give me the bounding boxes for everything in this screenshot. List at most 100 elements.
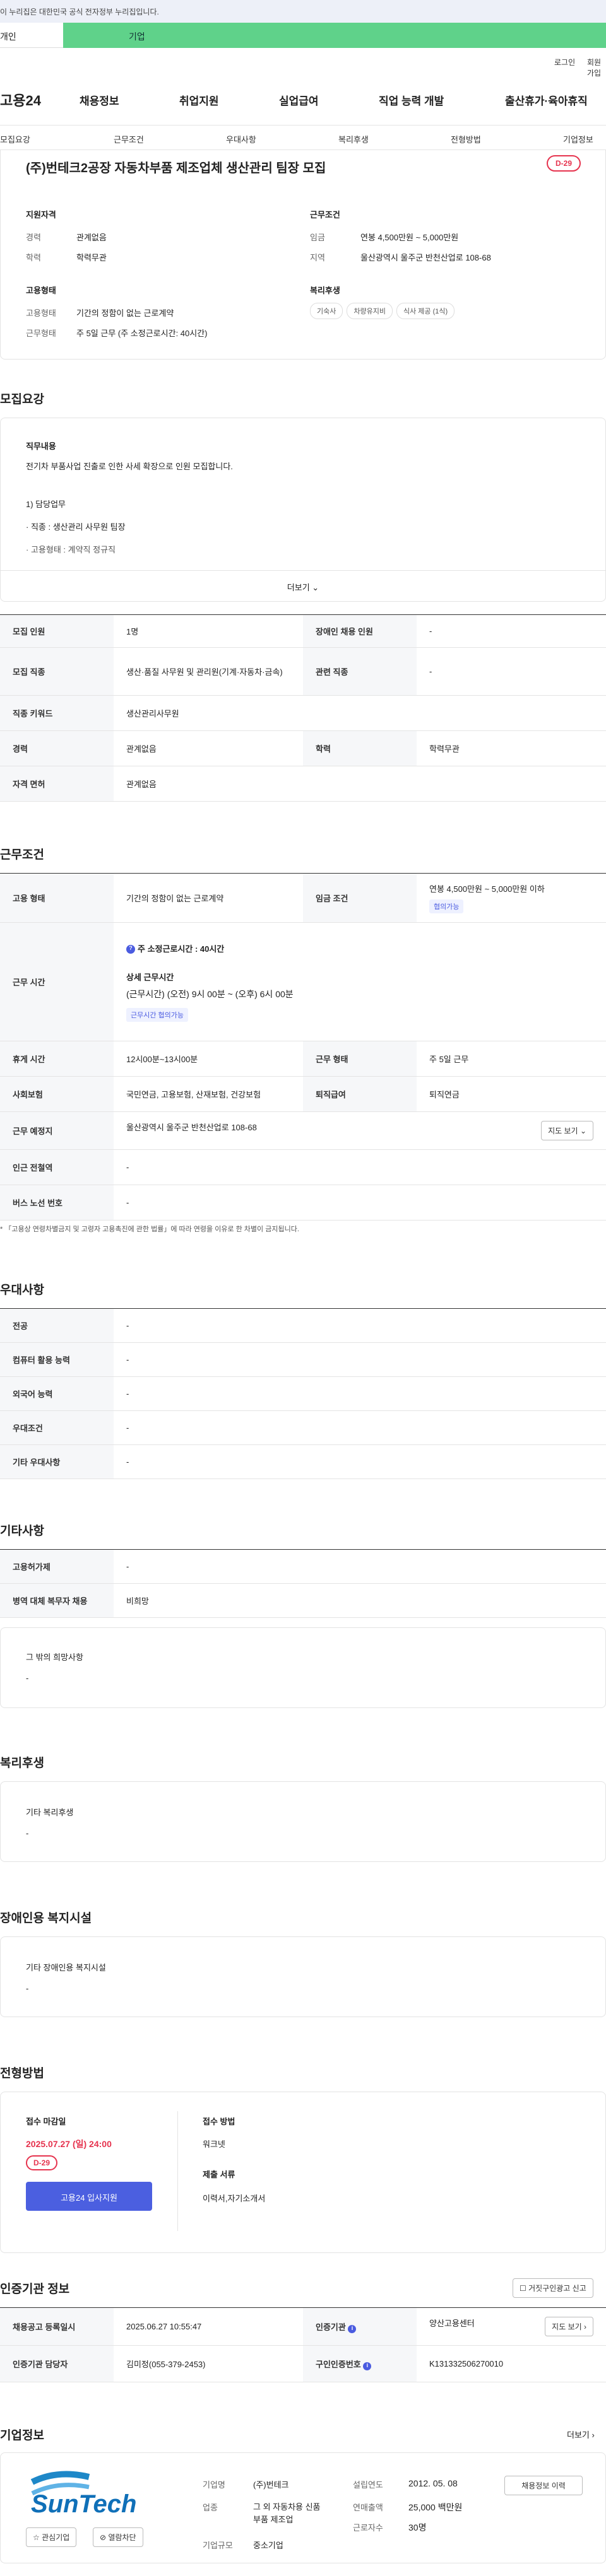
welfare-box: 기타 복리후생 - <box>0 1781 606 1862</box>
method-value: 워크넷 <box>203 2140 225 2149</box>
company-field-label: 근로자수 <box>353 2523 383 2532</box>
section-title-etc: 기타사항 <box>0 1525 44 1538</box>
row-value: - <box>114 1444 606 1479</box>
subnav-welfare[interactable]: 복리후생 <box>338 133 369 145</box>
company-logo: SunTech <box>20 2468 158 2519</box>
box-title: 그 밖의 희망사항 <box>26 1653 83 1662</box>
company-card: SunTech ☆ 관심기업 ⊘ 열람차단 기업명 (주)번테크 업종 그 외 … <box>0 2452 606 2563</box>
subnav-company[interactable]: 기업정보 <box>563 133 593 145</box>
wage-badge: 협의가능 <box>429 899 464 913</box>
block-button[interactable]: ⊘ 열람차단 <box>93 2527 143 2547</box>
join-link[interactable]: 회원가입 <box>587 57 606 78</box>
nav-training[interactable]: 직업 능력 개발 <box>379 92 444 108</box>
login-link[interactable]: 로그인 <box>554 57 575 67</box>
company-field-label: 기업규모 <box>203 2541 233 2550</box>
row-header: 인증기관 i <box>303 2307 417 2346</box>
apply-button[interactable]: 고용24 입사지원 <box>26 2182 152 2211</box>
row-header: 인근 전철역 <box>0 1149 114 1185</box>
info-icon[interactable]: i <box>363 2362 372 2370</box>
map-button[interactable]: 지도 보기 ⌄ <box>541 1121 593 1140</box>
nav-unemployment[interactable]: 실업급여 <box>279 92 319 108</box>
section-title-welfare: 복리후생 <box>0 1757 44 1770</box>
row-value: 기간의 정함이 없는 근로계약 <box>114 873 303 923</box>
deadline-value: 2025.07.27 (일) 24:00 <box>26 2139 112 2149</box>
company-more-link[interactable]: 더보기 › <box>567 2428 595 2440</box>
row-header: 자격 면허 <box>0 766 114 802</box>
row-header: 병역 대체 복무자 채용 <box>0 1583 114 1618</box>
hours-main: 주 소정근로시간 : 40시간 <box>138 944 225 954</box>
more-label: 더보기 <box>287 583 310 592</box>
row-value: 생산·품질 사무원 및 관리원(기계·자동차·금속) <box>114 647 303 696</box>
row-header-text: 구인인증번호 <box>316 2359 361 2369</box>
row-header: 채용공고 등록일시 <box>0 2307 114 2346</box>
emp-label: 고용형태 <box>26 308 56 318</box>
row-value: 주 5일 근무 <box>417 1041 606 1077</box>
section-title-recruit: 모집요강 <box>0 393 44 406</box>
section-title-disab: 장애인용 복지시설 <box>0 1912 92 1925</box>
row-value: - <box>114 1149 606 1185</box>
cond-value: 연봉 4,500만원 ~ 5,000만원 <box>360 233 459 242</box>
subnav-work[interactable]: 근무조건 <box>114 133 144 145</box>
emp-title: 고용형태 <box>26 286 56 295</box>
company-field-label: 설립연도 <box>353 2480 383 2490</box>
section-title-process: 전형방법 <box>0 2067 44 2080</box>
cert-map-button[interactable]: 지도 보기 › <box>545 2317 593 2336</box>
gov-notice-text: 이 누리집은 대한민국 공식 전자정부 누리집입니다. <box>0 8 159 16</box>
row-value: K131332506270010 <box>417 2345 606 2382</box>
subnav-process[interactable]: 전형방법 <box>451 133 481 145</box>
info-icon[interactable]: i <box>348 2324 357 2333</box>
nav-jobs[interactable]: 채용정보 <box>80 92 119 108</box>
row-value: - <box>114 1549 606 1584</box>
chevron-down-icon: ⌄ <box>579 1127 586 1135</box>
row-header: 사회보험 <box>0 1076 114 1112</box>
place-value: 울산광역시 울주군 반천산업로 108-68 <box>126 1123 257 1132</box>
row-header: 경력 <box>0 730 114 766</box>
disab-box: 기타 장애인용 복지시설 - <box>0 1936 606 2017</box>
welfare-title: 복리후생 <box>310 286 340 295</box>
row-header: 모집 인원 <box>0 614 114 648</box>
hours-cell: ? 주 소정근로시간 : 40시간 상세 근무시간 (근무시간) (오전) 9시 … <box>114 922 606 1041</box>
place-cell: 울산광역시 울주군 반천산업로 108-68 지도 보기 ⌄ <box>114 1111 606 1150</box>
dday-badge: D-29 <box>546 155 581 172</box>
box-title: 기타 장애인용 복지시설 <box>26 1963 106 1972</box>
chevron-right-icon: › <box>584 2322 586 2331</box>
nav-support[interactable]: 취업지원 <box>179 92 219 108</box>
more-button[interactable]: 더보기 ⌄ <box>0 570 606 602</box>
content-line: · 고용형태 : 계약직 정규직 <box>26 545 116 554</box>
company-field-value: 25,000 백만원 <box>408 2502 463 2512</box>
map-button-label: 지도 보기 <box>552 2322 582 2331</box>
method-title: 접수 방법 <box>203 2117 235 2126</box>
row-header: 전공 <box>0 1308 114 1343</box>
favorite-label: 관심기업 <box>42 2533 70 2542</box>
job-summary-card: (주)번테크2공장 자동차부품 제조업체 생산관리 팀장 모집 지원자격 경력 … <box>0 150 606 360</box>
process-divider <box>177 2111 178 2231</box>
cond-label: 임금 <box>310 233 325 242</box>
subnav-recruit[interactable]: 모집요강 <box>0 133 30 145</box>
tab-company[interactable]: 기업 <box>63 23 606 48</box>
site-logo[interactable]: 고용24 <box>0 90 41 110</box>
qual-title: 지원자격 <box>26 210 56 220</box>
row-value: 김미정(055-379-2453) <box>114 2345 303 2382</box>
row-value: - <box>417 647 606 696</box>
row-header: 외국어 능력 <box>0 1376 114 1411</box>
row-header: 고용허가제 <box>0 1549 114 1584</box>
age-note-text: 「고용상 연령차별금지 및 고령자 고용촉진에 관한 법률」에 따라 연령을 이… <box>4 1226 299 1233</box>
row-header: 직종 키워드 <box>0 695 114 731</box>
age-note: * 「고용상 연령차별금지 및 고령자 고용촉진에 관한 법률」에 따라 연령을… <box>0 1226 299 1233</box>
row-header: 컴퓨터 활용 능력 <box>0 1342 114 1377</box>
gov-notice-bar: 이 누리집은 대한민국 공식 전자정부 누리집입니다. <box>0 0 606 23</box>
favorite-button[interactable]: ☆ 관심기업 <box>26 2527 77 2547</box>
subnav-pref[interactable]: 우대사항 <box>226 133 256 145</box>
section-title-pref: 우대사항 <box>0 1284 44 1297</box>
etc-note-box: 그 밖의 희망사항 - <box>0 1627 606 1708</box>
row-value: 관계없음 <box>114 730 303 766</box>
jobs-history-button[interactable]: 채용정보 이력 <box>504 2476 583 2495</box>
report-button[interactable]: ☐ 거짓구인광고 신고 <box>513 2278 593 2298</box>
docs-title: 제출 서류 <box>203 2170 235 2179</box>
pref-table: 전공 - 컴퓨터 활용 능력 - 외국어 능력 - 우대조건 - 기타 우대사항 - <box>0 1308 606 1479</box>
nav-leave[interactable]: 출산휴가·육아휴직 <box>505 92 588 108</box>
tab-personal[interactable]: 개인 <box>0 23 63 48</box>
cond-label: 지역 <box>310 253 325 262</box>
row-header: 퇴직급여 <box>303 1076 417 1112</box>
row-value: 1명 <box>114 614 303 648</box>
